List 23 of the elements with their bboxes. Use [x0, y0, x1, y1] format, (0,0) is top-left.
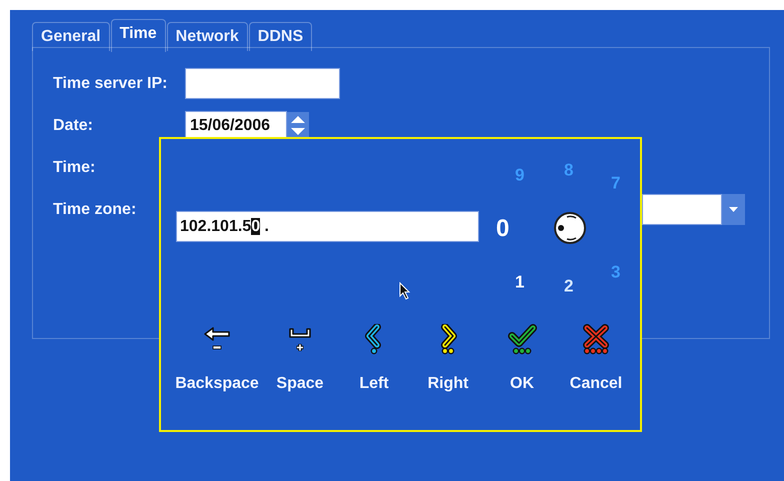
- field-label: Time zone:: [53, 200, 138, 220]
- dial-digit[interactable]: 1: [515, 274, 524, 290]
- left-key[interactable]: Left: [337, 324, 411, 393]
- field-label: Date:: [53, 116, 94, 136]
- cancel-key[interactable]: Cancel: [559, 324, 633, 393]
- ok-key[interactable]: OK: [485, 324, 559, 393]
- field-label: Time:: [53, 158, 96, 178]
- dial-digit[interactable]: 0: [496, 217, 510, 241]
- tab[interactable]: General: [32, 22, 110, 51]
- space-key[interactable]: Space: [263, 324, 337, 393]
- time-server-field[interactable]: [185, 68, 340, 99]
- date-field[interactable]: 15/06/2006: [185, 111, 287, 140]
- tab[interactable]: Time: [110, 19, 166, 52]
- tab[interactable]: DDNS: [248, 22, 312, 51]
- tab[interactable]: Network: [166, 22, 248, 51]
- ip-address-field[interactable]: 102.101.50 .: [176, 211, 479, 242]
- right-key[interactable]: Right: [411, 324, 485, 393]
- mouse-pointer-icon: [399, 282, 411, 300]
- dial-digit[interactable]: 2: [564, 278, 574, 294]
- rotary-knob-icon[interactable]: [554, 212, 586, 244]
- backspace-key[interactable]: Backspace: [171, 324, 263, 393]
- field-label: Time server IP:: [53, 74, 168, 94]
- time-zone-dropdown[interactable]: [642, 194, 722, 225]
